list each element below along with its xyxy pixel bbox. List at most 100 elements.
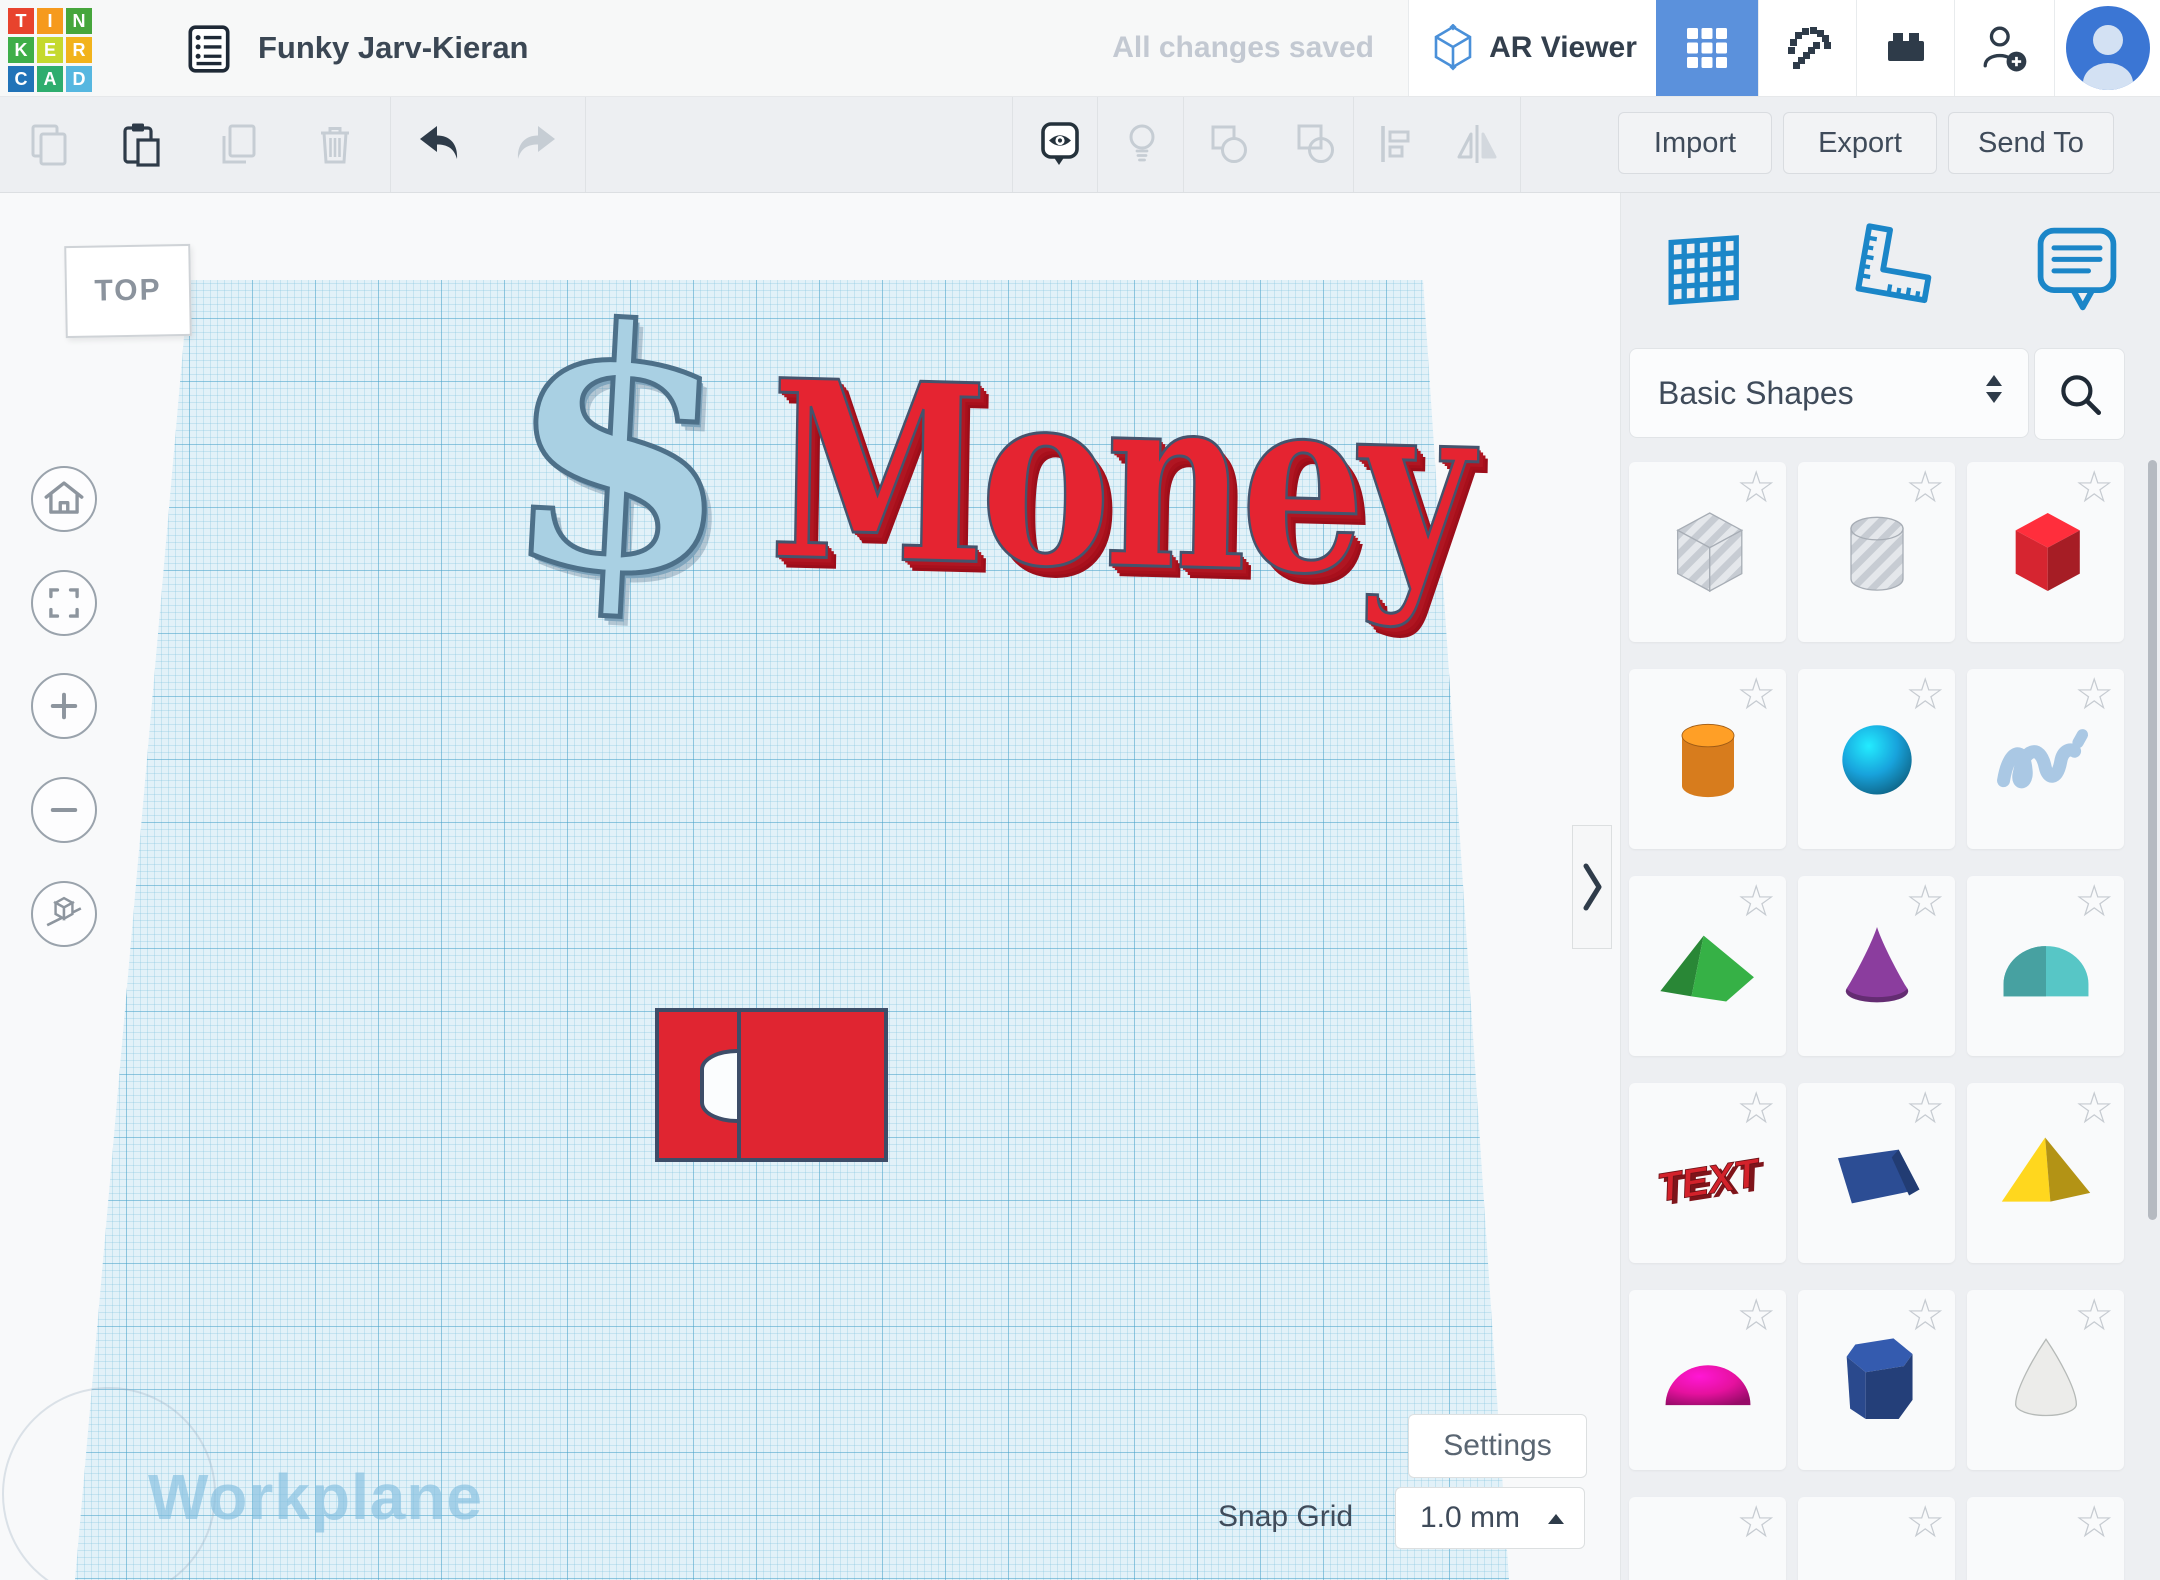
red-box-object[interactable]	[655, 1008, 888, 1162]
minecraft-export-button[interactable]	[1758, 0, 1857, 96]
favorite-star-icon[interactable]: ☆	[1906, 673, 1945, 717]
logo-tile-k: K	[8, 37, 34, 63]
favorite-star-icon[interactable]: ☆	[1906, 1294, 1945, 1338]
search-shapes-button[interactable]	[2034, 348, 2125, 440]
favorite-star-icon[interactable]: ☆	[1906, 1087, 1945, 1131]
duplicate-button[interactable]	[214, 120, 262, 168]
shape-tile-roof[interactable]: ☆	[1629, 876, 1786, 1056]
shape-tile-sphere[interactable]: ☆	[1798, 669, 1955, 849]
toolbar-separator	[390, 96, 391, 192]
dollar-sign-object[interactable]: $	[497, 281, 744, 623]
shape-tile-round-roof[interactable]: ☆	[1967, 876, 2124, 1056]
chevron-right-icon	[1575, 854, 1609, 920]
shape-tile-pyramid[interactable]: ☆	[1967, 1083, 2124, 1263]
dropdown-arrow-icon	[1548, 1514, 1564, 1524]
zoom-out-button[interactable]	[31, 777, 97, 843]
export-button[interactable]: Export	[1783, 112, 1937, 174]
settings-button[interactable]: Settings	[1408, 1414, 1587, 1478]
trash-icon	[311, 120, 359, 168]
favorite-star-icon[interactable]: ☆	[2075, 466, 2114, 510]
favorite-star-icon[interactable]: ☆	[1737, 673, 1776, 717]
edit-toolbar: Import Export Send To	[0, 96, 2160, 193]
invite-people-button[interactable]	[1954, 0, 2055, 96]
toolbar-separator	[1183, 96, 1184, 192]
undo-button[interactable]	[416, 120, 464, 168]
favorite-star-icon[interactable]: ☆	[1737, 1294, 1776, 1338]
design-title[interactable]: Funky Jarv-Kieran	[258, 0, 529, 96]
favorite-star-icon[interactable]: ☆	[2075, 673, 2114, 717]
eye-bubble-icon	[1036, 120, 1084, 168]
shape-tile-paraboloid[interactable]: ☆	[1967, 1290, 2124, 1470]
money-text-object[interactable]: Money	[768, 348, 1469, 611]
align-button[interactable]	[1373, 120, 1421, 168]
shape-tile-wedge[interactable]: ☆	[1798, 1083, 1955, 1263]
view-cube-top[interactable]: TOP	[64, 244, 192, 338]
shape-tile-scribble[interactable]: ☆	[1967, 669, 2124, 849]
shape-tile-tube[interactable]: ☆	[1798, 1497, 1955, 1580]
favorite-star-icon[interactable]: ☆	[1737, 880, 1776, 924]
ar-viewer-button[interactable]: AR Viewer	[1408, 0, 1657, 96]
shape-tile-cone[interactable]: ☆	[1798, 876, 1955, 1056]
view-cube-label: TOP	[94, 273, 162, 308]
brick-export-button[interactable]	[1856, 0, 1955, 96]
fit-view-icon	[35, 574, 93, 632]
ungroup-button[interactable]	[1291, 120, 1339, 168]
perspective-toggle-button[interactable]	[31, 881, 97, 947]
logo-tile-t: T	[8, 8, 34, 34]
zoom-in-button[interactable]	[31, 673, 97, 739]
sidebar-collapse-handle[interactable]	[1572, 825, 1612, 949]
notes-tool-button[interactable]	[2029, 214, 2125, 324]
ruler-tool-button[interactable]	[1843, 214, 1939, 324]
home-view-button[interactable]	[31, 466, 97, 532]
shape-tile-text[interactable]: ☆ TEXT TEXT	[1629, 1083, 1786, 1263]
favorite-star-icon[interactable]: ☆	[1906, 880, 1945, 924]
import-button[interactable]: Import	[1618, 112, 1772, 174]
favorite-star-icon[interactable]: ☆	[2075, 1501, 2114, 1545]
person-add-icon	[1980, 23, 2030, 73]
tinkercad-logo[interactable]: TINKERCAD	[8, 8, 92, 92]
shape-tile-cylinder-transparent[interactable]: ☆	[1798, 462, 1955, 642]
fit-view-button[interactable]	[31, 570, 97, 636]
properties-button[interactable]	[182, 22, 236, 76]
group-button[interactable]	[1204, 120, 1252, 168]
lego-brick-icon	[1881, 23, 1931, 73]
copy-button[interactable]	[25, 120, 73, 168]
sidebar-scrollbar[interactable]	[2148, 460, 2157, 1220]
favorite-star-icon[interactable]: ☆	[1906, 466, 1945, 510]
favorite-star-icon[interactable]: ☆	[2075, 880, 2114, 924]
logo-tile-a: A	[37, 66, 63, 92]
shape-tile-box-transparent[interactable]: ☆	[1629, 462, 1786, 642]
3d-viewport[interactable]: TOP	[0, 192, 1620, 1580]
favorite-star-icon[interactable]: ☆	[1737, 1087, 1776, 1131]
shape-tile-half-sphere[interactable]: ☆	[1629, 1290, 1786, 1470]
paste-button[interactable]	[117, 120, 165, 168]
workplane-tool-button[interactable]	[1657, 214, 1753, 324]
account-avatar[interactable]	[2054, 0, 2160, 96]
shape-grid: ☆ ☆ ☆ ☆ ☆☆ ☆ ☆ ☆ ☆ TEXT TEXT☆ ☆ ☆☆ ☆ ☆☆	[1629, 462, 2124, 1580]
toolbar-separator	[1097, 96, 1098, 192]
favorite-star-icon[interactable]: ☆	[1737, 1501, 1776, 1545]
redo-button[interactable]	[511, 120, 559, 168]
mirror-flip-icon	[1453, 120, 1501, 168]
favorite-star-icon[interactable]: ☆	[2075, 1087, 2114, 1131]
favorite-star-icon[interactable]: ☆	[2075, 1294, 2114, 1338]
favorite-star-icon[interactable]: ☆	[1906, 1501, 1945, 1545]
toolbar-separator	[1353, 96, 1354, 192]
delete-button[interactable]	[311, 120, 359, 168]
block-view-button-active[interactable]	[1656, 0, 1758, 96]
shape-tile-polygon[interactable]: ☆	[1798, 1290, 1955, 1470]
light-mode-button[interactable]	[1118, 120, 1166, 168]
ungroup-icon	[1291, 120, 1339, 168]
show-all-button[interactable]	[1036, 120, 1084, 168]
shape-tile-heart[interactable]: ☆	[1967, 1497, 2124, 1580]
shape-tile-torus[interactable]: ☆	[1629, 1497, 1786, 1580]
send-to-button[interactable]: Send To	[1948, 112, 2114, 174]
svg-text:TEXT: TEXT	[1654, 1151, 1765, 1211]
shape-tile-box[interactable]: ☆	[1967, 462, 2124, 642]
snap-grid-dropdown[interactable]: 1.0 mm	[1395, 1487, 1585, 1549]
mirror-button[interactable]	[1453, 120, 1501, 168]
favorite-star-icon[interactable]: ☆	[1737, 466, 1776, 510]
save-status: All changes saved	[1112, 0, 1374, 96]
shape-tile-cylinder[interactable]: ☆	[1629, 669, 1786, 849]
shape-category-selector[interactable]: Basic Shapes	[1629, 348, 2029, 438]
